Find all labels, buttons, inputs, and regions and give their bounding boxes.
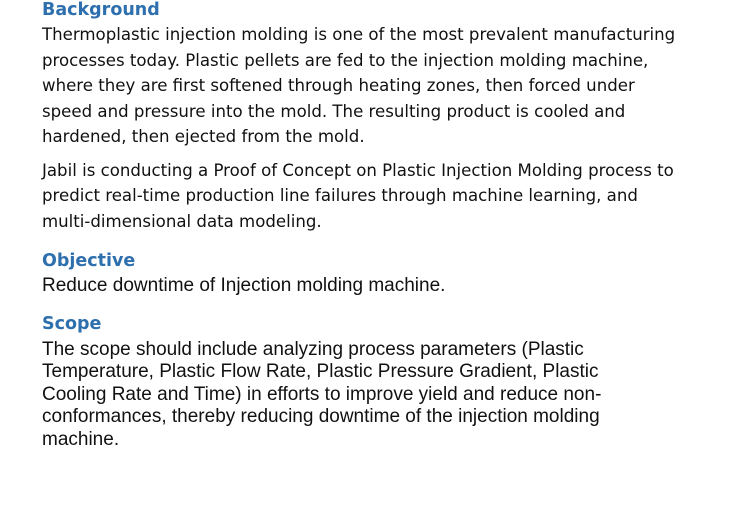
background-line: processes today. Plastic pellets are fed… [42, 50, 649, 70]
background-line: speed and pressure into the mold. The re… [42, 101, 626, 121]
background-heading: Background [42, 0, 160, 20]
background-line: Thermoplastic injection molding is one o… [42, 25, 676, 44]
scope-line: conformances, thereby reducing downtime … [42, 406, 600, 428]
scope-line: Temperature, Plastic Flow Rate, Plastic … [42, 361, 599, 383]
scope-heading: Scope [42, 313, 102, 334]
background-paragraph: Thermoplastic injection molding is one o… [42, 22, 722, 150]
background-line: hardened, then ejected from the mold. [42, 127, 365, 146]
scope-line: The scope should include analyzing proce… [42, 338, 584, 360]
jabil-paragraph: Jabil is conducting a Proof of Concept o… [42, 158, 722, 235]
jabil-line: Jabil is conducting a Proof of Concept o… [42, 160, 674, 180]
scope-paragraph: The scope should include analyzing proce… [42, 339, 722, 452]
scope-line: machine. [42, 428, 120, 450]
document-page: Background Thermoplastic injection moldi… [42, 0, 722, 452]
jabil-line: predict real-time production line failur… [42, 186, 638, 205]
background-line: where they are first softened through he… [42, 76, 635, 95]
objective-heading: Objective [42, 251, 136, 271]
scope-line: Cooling Rate and Time) in efforts to imp… [42, 383, 602, 405]
objective-text: Reduce downtime of Injection molding mac… [42, 275, 446, 296]
jabil-line: multi-dimensional data modeling. [42, 211, 322, 231]
